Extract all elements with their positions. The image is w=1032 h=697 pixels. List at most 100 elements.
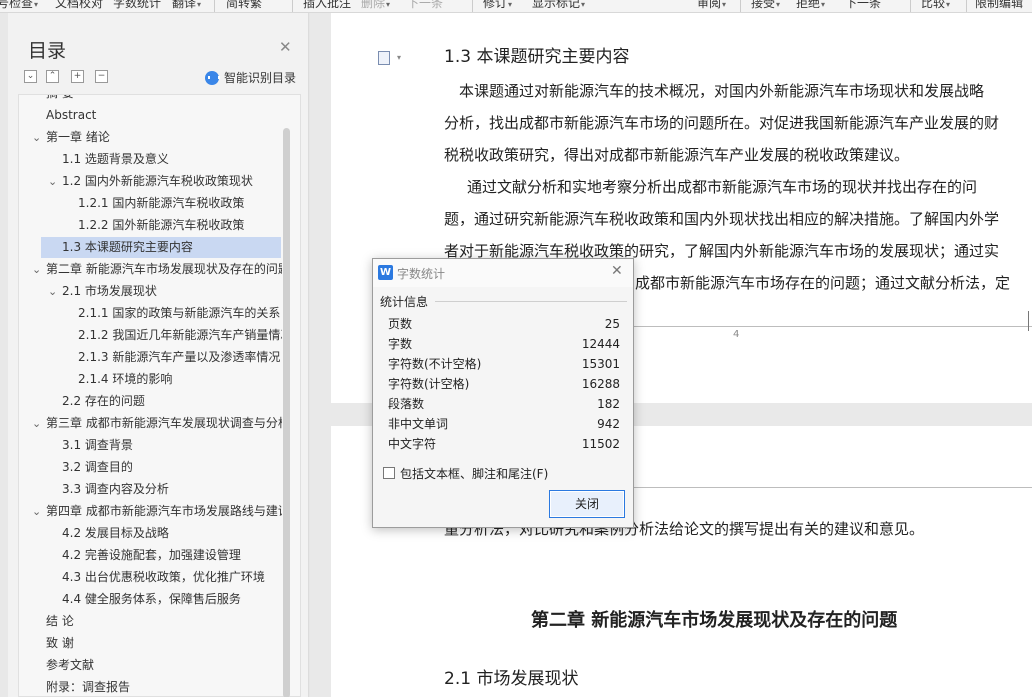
toc-item[interactable]: 3.1 调查背景 <box>19 435 282 456</box>
include-textbox-label[interactable]: 包括文本框、脚注和尾注(F) <box>400 465 548 482</box>
ribbon-item-proofread[interactable]: 文档校对 <box>55 0 103 11</box>
toc-item[interactable]: 1.2.2 国外新能源汽车税收政策 <box>19 215 282 236</box>
toc-item-label: 1.2.1 国内新能源汽车税收政策 <box>78 196 245 210</box>
toc-item-label: 4.4 健全服务体系，保障售后服务 <box>62 592 241 606</box>
chevron-down-icon[interactable]: ⌄ <box>32 413 41 434</box>
stat-label: 字符数(不计空格) <box>388 357 482 371</box>
toc-item[interactable]: 2.1.3 新能源汽车产量以及渗透率情况 <box>19 347 282 368</box>
paragraph-line: 成都市新能源汽车市场存在的问题；通过文献分析法，定 <box>635 274 1011 292</box>
wps-logo-icon: W <box>378 265 393 280</box>
collapse-all-icon[interactable]: ⌄ <box>24 70 37 83</box>
toc-item[interactable]: 摘 要 <box>19 95 282 104</box>
toc-item[interactable]: 2.1.4 环境的影响 <box>19 369 282 390</box>
ribbon-item-simp-to-trad[interactable]: 简转繁 <box>226 0 262 11</box>
stat-row: 中文字符 11502 <box>388 434 620 454</box>
section-heading: 2.1 市场发展现状 <box>444 669 579 689</box>
chapter-title: 第二章 新能源汽车市场发展现状及存在的问题 <box>531 610 898 631</box>
chevron-down-icon[interactable]: ⌄ <box>48 171 57 192</box>
ribbon-item-track-changes[interactable]: 修订▾ <box>483 0 512 12</box>
navigation-pane: 目录 ✕ ⌄ ⌃ + − 智能识别目录 摘 要 Abstract ⌄ 第一章 绪论 1.… <box>0 13 309 697</box>
smart-toc-button[interactable]: 智能识别目录 <box>205 69 296 86</box>
stat-value: 182 <box>597 397 620 411</box>
toc-item-label: 4.2 完善设施配套，加强建设管理 <box>62 548 241 562</box>
toc-item[interactable]: 4.4 健全服务体系，保障售后服务 <box>19 589 282 610</box>
toc-item-label: Abstract <box>46 108 97 122</box>
paragraph-line: 本课题通过对新能源汽车的技术概况，对国内外新能源汽车市场现状和发展战略 <box>444 82 985 100</box>
footer-rule <box>631 326 1032 327</box>
stat-value: 11502 <box>581 437 620 451</box>
close-icon[interactable]: ✕ <box>611 264 623 278</box>
chevron-down-icon[interactable]: ⌄ <box>32 259 41 280</box>
toc-item-label: 附录：调查报告 <box>46 680 131 694</box>
toc-item[interactable]: 4.2 发展目标及战略 <box>19 523 282 544</box>
stat-value: 942 <box>597 417 620 431</box>
section-heading: 1.3 本课题研究主要内容 <box>444 47 630 67</box>
toc-item[interactable]: 参考文献 <box>19 655 282 676</box>
close-icon[interactable]: ✕ <box>279 40 292 55</box>
dialog-titlebar[interactable]: W 字数统计 ✕ <box>373 259 633 287</box>
ribbon-item-word-count[interactable]: 字数统计 <box>113 0 161 11</box>
toc-item-label: 第四章 成都市新能源汽车市场发展路线与建议 <box>46 504 282 518</box>
word-count-dialog: W 字数统计 ✕ 统计信息 页数 25 字数 12444 字符数(不计空格) 1… <box>372 258 634 528</box>
toc-item-label: 2.1.4 环境的影响 <box>78 372 173 386</box>
toc-item[interactable]: 4.3 出台优惠税收政策，优化推广环境 <box>19 567 282 588</box>
toc-item[interactable]: 2.1.2 我国近几年新能源汽车产销量情况 <box>19 325 282 346</box>
toc-item[interactable]: 1.1 选题背景及意义 <box>19 149 282 170</box>
add-heading-icon[interactable]: + <box>71 70 84 83</box>
toc-item[interactable]: 致 谢 <box>19 633 282 654</box>
toc-item-label: 3.1 调查背景 <box>62 438 133 452</box>
toc-item[interactable]: 3.3 调查内容及分析 <box>19 479 282 500</box>
close-button[interactable]: 关闭 <box>549 490 625 518</box>
toc-item[interactable]: Abstract <box>19 105 282 126</box>
ribbon-item-insert-comment[interactable]: 插入批注 <box>303 0 351 11</box>
ribbon-toolbar: 号检查▾ 文档校对 字数统计 翻译▾ 简转繁 插入批注 删除▾ 下一条 修订▾ … <box>0 0 1032 13</box>
ribbon-item-restrict-editing[interactable]: 限制编辑 <box>975 0 1023 11</box>
expand-up-icon[interactable]: ⌃ <box>46 70 59 83</box>
chevron-down-icon[interactable]: ⌄ <box>32 127 41 148</box>
toc-item-label: 2.1.2 我国近几年新能源汽车产销量情况 <box>78 328 282 342</box>
toc-tree: 摘 要 Abstract ⌄ 第一章 绪论 1.1 选题背景及意义 ⌄ 1.2 国内外新能源… <box>18 94 301 697</box>
stat-row: 字数 12444 <box>388 334 620 354</box>
paragraph-line: 题，通过研究新能源汽车税收政策和国内外现状找出相应的解决措施。了解国内外学 <box>444 210 1000 228</box>
ribbon-item-translate[interactable]: 翻译▾ <box>172 0 201 12</box>
toc-item[interactable]: ⌄ 第四章 成都市新能源汽车市场发展路线与建议 <box>19 501 282 522</box>
toc-item[interactable]: 结 论 <box>19 611 282 632</box>
chevron-down-icon[interactable]: ⌄ <box>48 281 57 302</box>
include-textbox-checkbox[interactable] <box>383 467 395 479</box>
ribbon-item-compare[interactable]: 比较▾ <box>921 0 950 12</box>
ribbon-item-next-comment[interactable]: 下一条 <box>407 0 443 11</box>
toc-item[interactable]: ⌄ 第一章 绪论 <box>19 127 282 148</box>
toc-item[interactable]: ⌄ 第二章 新能源汽车市场发展现状及存在的问题 <box>19 259 282 280</box>
toc-item[interactable]: ⌄ 1.2 国内外新能源汽车税收政策现状 <box>19 171 282 192</box>
stat-value: 16288 <box>581 377 620 391</box>
chevron-down-icon[interactable]: ▾ <box>397 53 401 62</box>
ribbon-item-reject[interactable]: 拒绝▾ <box>796 0 825 12</box>
toc-scrollbar[interactable] <box>283 128 290 697</box>
toc-item[interactable]: 1.3 本课题研究主要内容 <box>41 237 281 258</box>
toc-item[interactable]: ⌄ 2.1 市场发展现状 <box>19 281 282 302</box>
toc-item-label: 1.3 本课题研究主要内容 <box>62 240 193 254</box>
toc-item-label: 致 谢 <box>46 636 74 650</box>
toc-item-label: 3.2 调查目的 <box>62 460 133 474</box>
ribbon-item-delete[interactable]: 删除▾ <box>361 0 390 12</box>
toc-item[interactable]: 3.2 调查目的 <box>19 457 282 478</box>
ribbon-item-accept[interactable]: 接受▾ <box>751 0 780 12</box>
toc-item-label: 第三章 成都市新能源汽车发展现状调查与分析 <box>46 416 282 430</box>
ribbon-item-review[interactable]: 审阅▾ <box>697 0 726 12</box>
chevron-down-icon[interactable]: ⌄ <box>32 501 41 522</box>
toc-item[interactable]: ⌄ 第三章 成都市新能源汽车发展现状调查与分析 <box>19 413 282 434</box>
document-icon[interactable] <box>378 51 390 65</box>
ribbon-item-show-markup[interactable]: 显示标记▾ <box>532 0 585 12</box>
ribbon-item-spell-check[interactable]: 号检查▾ <box>0 0 38 12</box>
toc-item[interactable]: 2.2 存在的问题 <box>19 391 282 412</box>
stat-row: 段落数 182 <box>388 394 620 414</box>
toc-item[interactable]: 附录：调查报告 <box>19 677 282 696</box>
remove-heading-icon[interactable]: − <box>95 70 108 83</box>
margin-mark <box>1028 311 1029 331</box>
toc-item[interactable]: 4.2 完善设施配套，加强建设管理 <box>19 545 282 566</box>
toc-item[interactable]: 2.1.1 国家的政策与新能源汽车的关系 <box>19 303 282 324</box>
toc-item[interactable]: 1.2.1 国内新能源汽车税收政策 <box>19 193 282 214</box>
toc-item-label: 结 论 <box>46 614 74 628</box>
ribbon-item-next-change[interactable]: 下一条 <box>845 0 881 11</box>
page-number: 4 <box>733 329 740 340</box>
